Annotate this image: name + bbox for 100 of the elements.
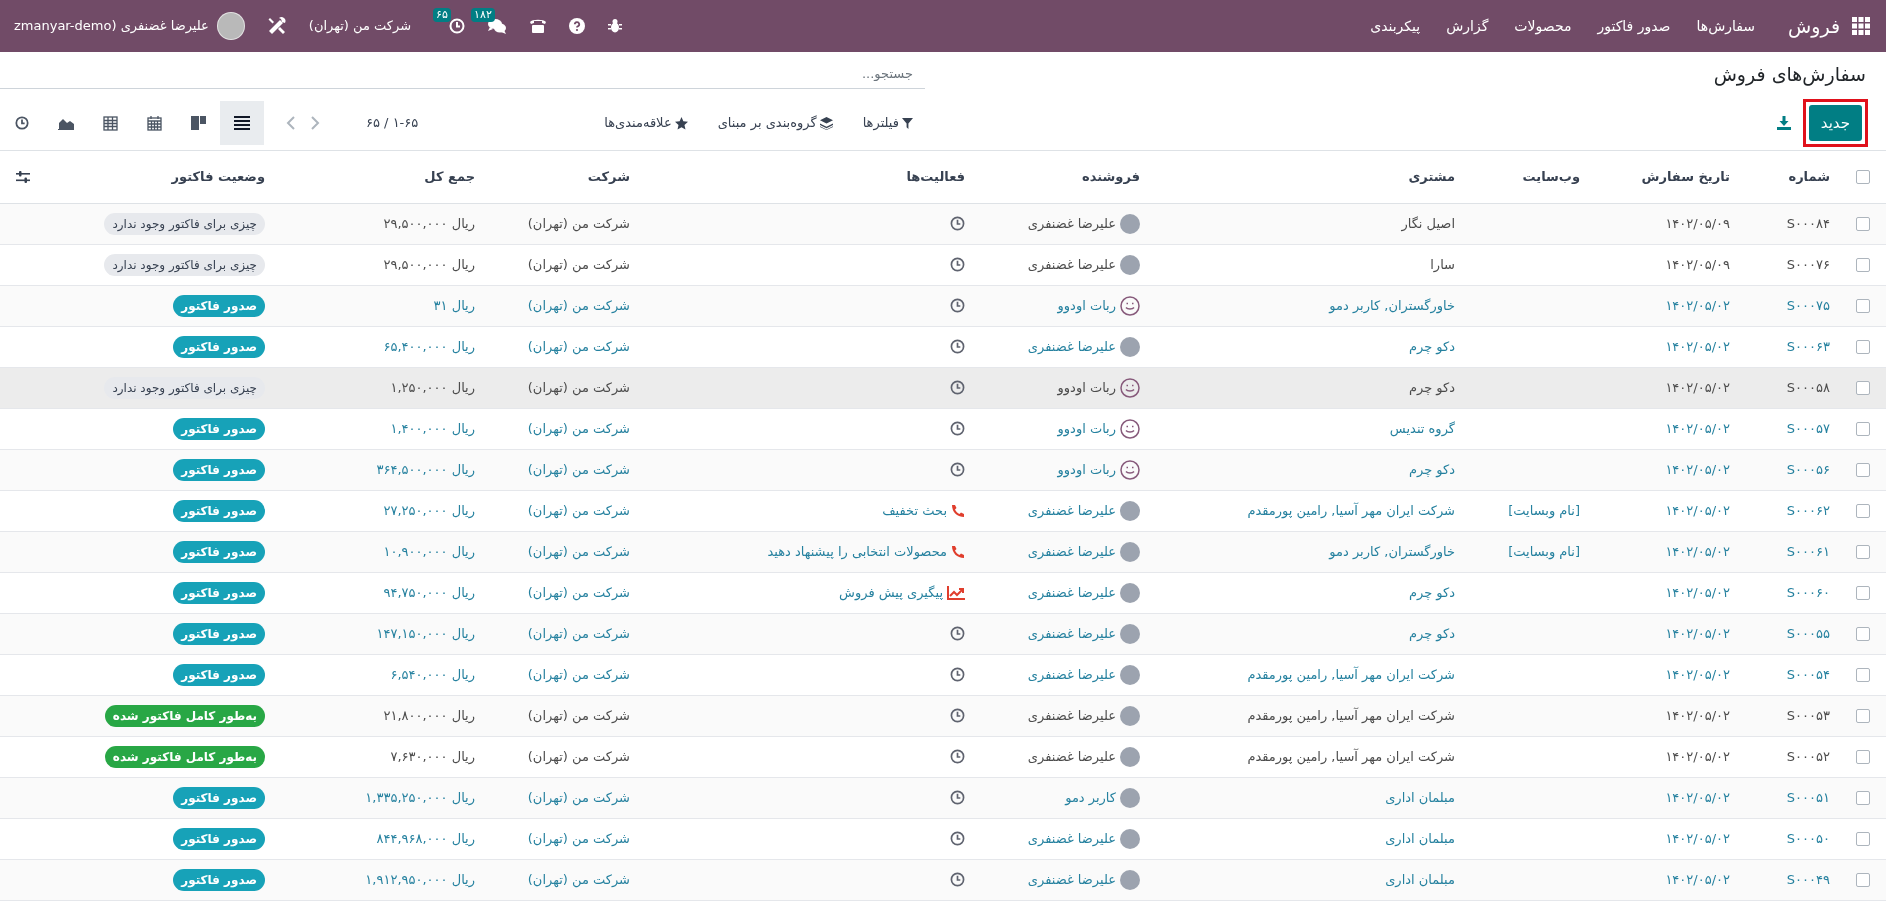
row-checkbox[interactable]	[1856, 831, 1870, 846]
order-row[interactable]: S۰۰۰۵۱ ۱۴۰۲/۰۵/۰۲ مبلمان اداری کاربر دمو شرکت من (تهران) ریال ۱,۳۳۵,۲۵۰,۰۰۰ صدور فاکتور	[0, 777, 1886, 818]
bug-icon[interactable]	[607, 18, 624, 34]
clock-icon[interactable]	[950, 298, 965, 313]
help-icon[interactable]	[569, 18, 586, 34]
clock-icon[interactable]	[950, 462, 965, 477]
new-button[interactable]: جدید	[1808, 105, 1862, 141]
order-row[interactable]: S۰۰۰۸۴ ۱۴۰۲/۰۵/۰۹ اصیل نگار علیرضا غضنفری شرکت من (تهران) ریال ۲۹,۵۰۰,۰۰۰ چیزی برای فاکتور وجود ندارد	[0, 203, 1886, 244]
company-name: شرکت من (تهران)	[527, 830, 630, 846]
row-checkbox[interactable]	[1856, 667, 1870, 682]
order-row[interactable]: S۰۰۰۴۹ ۱۴۰۲/۰۵/۰۲ مبلمان اداری علیرضا غضنفری شرکت من (تهران) ریال ۱,۹۱۲,۹۵۰,۰۰۰ صدور فاکتور	[0, 859, 1886, 900]
row-checkbox[interactable]	[1856, 544, 1870, 559]
activity-summary[interactable]: پیگیری پیش فروش	[839, 582, 943, 603]
customer-name: سارا	[1430, 256, 1455, 272]
clock-icon[interactable]	[950, 216, 965, 231]
order-row[interactable]: S۰۰۰۵۷ ۱۴۰۲/۰۵/۰۲ گروه تندیس ربات اودوو شرکت من (تهران) ریال ۱,۴۰۰,۰۰۰ صدور فاکتور	[0, 408, 1886, 449]
row-checkbox[interactable]	[1856, 257, 1870, 272]
column-header[interactable]: وب‌سایت	[1465, 151, 1590, 203]
order-row[interactable]: S۰۰۰۵۳ ۱۴۰۲/۰۵/۰۲ شرکت ایران مهر آسیا, رامین پورمقدم علیرضا غضنفری شرکت من (تهران) ریال ۲۱,۸۰۰,۰۰۰ به‌طور کامل فاکتور شده	[0, 695, 1886, 736]
row-checkbox[interactable]	[1856, 503, 1870, 518]
filter-menu-button[interactable]: فیلترها	[862, 113, 913, 133]
order-row[interactable]: S۰۰۰۵۲ ۱۴۰۲/۰۵/۰۲ شرکت ایران مهر آسیا, رامین پورمقدم علیرضا غضنفری شرکت من (تهران) ریال ۷,۶۳۰,۰۰۰ به‌طور کامل فاکتور شده	[0, 736, 1886, 777]
row-checkbox[interactable]	[1856, 339, 1870, 354]
clock-icon[interactable]	[950, 667, 965, 682]
order-row[interactable]: S۰۰۰۵۴ ۱۴۰۲/۰۵/۰۲ شرکت ایران مهر آسیا, رامین پورمقدم علیرضا غضنفری شرکت من (تهران) ریال ۶,۵۴۰,۰۰۰ صدور فاکتور	[0, 654, 1886, 695]
activity-summary[interactable]: بحث تخفیف	[882, 500, 947, 521]
menu-item[interactable]: گزارش	[1446, 15, 1489, 37]
order-row[interactable]: S۰۰۰۶۰ ۱۴۰۲/۰۵/۰۲ دکو چرم علیرضا غضنفری پیگیری پیش فروش شرکت من (تهران) ریال ۹۴,۷۵۰,۰۰۰ صدور فاکتور	[0, 572, 1886, 613]
user-name[interactable]: علیرضا غضنفری (zmanyar-demo	[14, 16, 209, 36]
order-date: ۱۴۰۲/۰۵/۰۲	[1665, 502, 1730, 518]
order-row[interactable]: S۰۰۰۷۶ ۱۴۰۲/۰۵/۰۹ سارا علیرضا غضنفری شرکت من (تهران) ریال ۲۹,۵۰۰,۰۰۰ چیزی برای فاکتور وجود ندارد	[0, 244, 1886, 285]
activity-summary[interactable]: محصولات انتخابی را پیشنهاد دهید	[767, 541, 947, 562]
company-name: شرکت من (تهران)	[527, 502, 630, 518]
telephone-icon[interactable]	[529, 18, 548, 34]
filter-menu-button[interactable]: گروه‌بندی بر مبنای	[717, 113, 833, 133]
clock-icon[interactable]	[950, 257, 965, 272]
app-name[interactable]: فروش	[1788, 11, 1840, 41]
column-header[interactable]: وضعیت فاکتور	[30, 151, 275, 203]
clock-icon[interactable]	[950, 380, 965, 395]
avatar-photo[interactable]	[216, 12, 245, 40]
order-number: S۰۰۰۶۱	[1786, 543, 1830, 559]
invoice-status-badge: صدور فاکتور	[173, 294, 265, 317]
row-checkbox[interactable]	[1856, 790, 1870, 805]
clock-icon[interactable]	[950, 626, 965, 641]
row-checkbox[interactable]	[1856, 462, 1870, 477]
clock-icon[interactable]	[950, 421, 965, 436]
clock-icon[interactable]	[950, 339, 965, 354]
row-checkbox[interactable]	[1856, 298, 1870, 313]
invoice-status-badge: صدور فاکتور	[173, 827, 265, 850]
row-checkbox[interactable]	[1856, 708, 1870, 723]
menu-item[interactable]: پیکربندی	[1370, 15, 1421, 37]
page-title: سفارش‌های فروش	[1713, 61, 1866, 88]
column-header[interactable]: فروشنده	[975, 151, 1150, 203]
row-checkbox[interactable]	[1856, 380, 1870, 395]
order-number: S۰۰۰۶۳	[1786, 338, 1830, 354]
clock-icon[interactable]	[950, 831, 965, 846]
order-row[interactable]: S۰۰۰۵۰ ۱۴۰۲/۰۵/۰۲ مبلمان اداری علیرضا غضنفری شرکت من (تهران) ریال ۸۴۴,۹۶۸,۰۰۰ صدور فاکتور	[0, 818, 1886, 859]
column-header[interactable]: شماره	[1740, 151, 1840, 203]
menu-item[interactable]: محصولات	[1514, 15, 1572, 37]
sliders-icon[interactable]	[16, 169, 30, 184]
row-checkbox[interactable]	[1856, 585, 1870, 600]
view-switch-button[interactable]	[220, 101, 264, 145]
order-row[interactable]: S۰۰۰۵۵ ۱۴۰۲/۰۵/۰۲ دکو چرم علیرضا غضنفری شرکت من (تهران) ریال ۱۴۷,۱۵۰,۰۰۰ صدور فاکتور	[0, 613, 1886, 654]
download-icon[interactable]	[1776, 116, 1791, 130]
order-row[interactable]: S۰۰۰۶۳ ۱۴۰۲/۰۵/۰۲ دکو چرم علیرضا غضنفری شرکت من (تهران) ریال ۶۵,۴۰۰,۰۰۰ صدور فاکتور	[0, 326, 1886, 367]
tools-icon[interactable]	[266, 16, 287, 36]
clock-icon[interactable]	[950, 872, 965, 887]
salesperson-name: علیرضا غضنفری	[1027, 214, 1116, 234]
column-header[interactable]: مشتری	[1150, 151, 1465, 203]
order-row[interactable]: S۰۰۰۶۲ ۱۴۰۲/۰۵/۰۲ [نام وبسایت] شرکت ایران مهر آسیا, رامین پورمقدم علیرضا غضنفری بحث تخفیف شرکت من (تهران) ریال ۲۷,۲۵۰,۰۰۰ صدور فاکتور	[0, 490, 1886, 531]
invoice-status-badge: صدور فاکتور	[173, 458, 265, 481]
phone-icon	[951, 544, 965, 559]
row-checkbox[interactable]	[1856, 872, 1870, 887]
chat-icon[interactable]	[487, 18, 508, 34]
column-header[interactable]: شرکت	[485, 151, 640, 203]
order-number: S۰۰۰۷۵	[1786, 297, 1830, 313]
invoice-status-badge: صدور فاکتور	[173, 786, 265, 809]
clock-icon[interactable]	[950, 790, 965, 805]
menu-item[interactable]: صدور فاکتور	[1597, 15, 1671, 37]
clock-icon[interactable]	[950, 708, 965, 723]
column-header[interactable]: فعالیت‌ها	[640, 151, 975, 203]
list-icon	[234, 116, 250, 130]
select-all-checkbox[interactable]	[1856, 169, 1870, 184]
company-name[interactable]: شرکت من (تهران)	[308, 16, 412, 36]
filter-menu-button[interactable]: علاقه‌مندی‌ها	[604, 113, 688, 133]
app-grid-icon[interactable]	[1852, 17, 1870, 35]
row-checkbox[interactable]	[1856, 421, 1870, 436]
column-header[interactable]: تاریخ سفارش	[1590, 151, 1740, 203]
row-checkbox[interactable]	[1856, 626, 1870, 641]
clock-icon[interactable]	[950, 749, 965, 764]
row-checkbox[interactable]	[1856, 749, 1870, 764]
column-header[interactable]: جمع کل	[275, 151, 485, 203]
order-row[interactable]: S۰۰۰۵۶ ۱۴۰۲/۰۵/۰۲ دکو چرم ربات اودوو شرکت من (تهران) ریال ۳۶۴,۵۰۰,۰۰۰ صدور فاکتور	[0, 449, 1886, 490]
order-row[interactable]: S۰۰۰۶۱ ۱۴۰۲/۰۵/۰۲ [نام وبسایت] خاورگستران, کاربر دمو علیرضا غضنفری محصولات انتخابی را پیشنهاد دهید شرکت من (تهران) ریال ۱۰,۹۰۰,۰۰۰ صدور فاکتور	[0, 531, 1886, 572]
order-row[interactable]: S۰۰۰۷۵ ۱۴۰۲/۰۵/۰۲ خاورگستران, کاربر دمو ربات اودوو شرکت من (تهران) ریال ۳۱ صدور فاکتور	[0, 285, 1886, 326]
order-total: ریال ۹۴,۷۵۰,۰۰۰	[383, 584, 475, 600]
menu-item[interactable]: سفارش‌ها	[1696, 15, 1756, 37]
search-field[interactable]: جستجو...	[0, 59, 925, 89]
pager-value[interactable]: ۱-۶۵ / ۶۵	[366, 113, 419, 133]
row-checkbox[interactable]	[1856, 216, 1870, 231]
